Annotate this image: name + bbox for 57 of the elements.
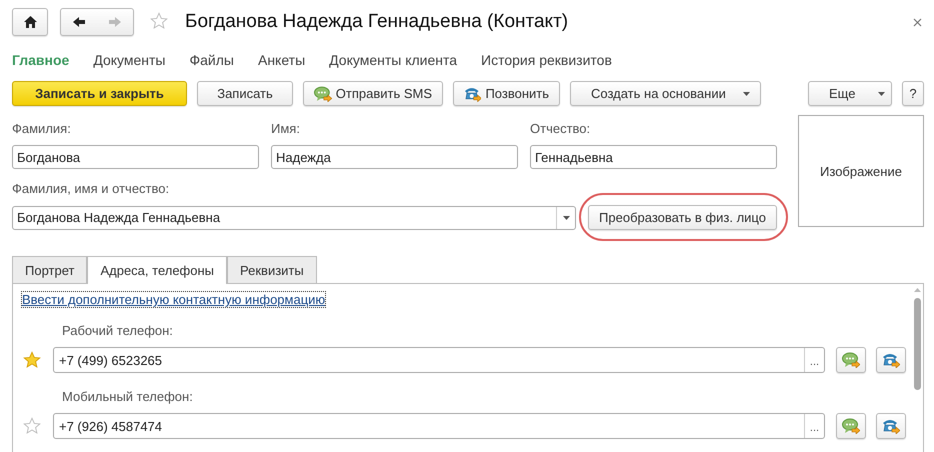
send-sms-button[interactable] <box>836 347 866 373</box>
toolbar-button[interactable]: ? <box>902 81 924 106</box>
section-link[interactable]: Главное <box>12 52 70 68</box>
star-outline-icon[interactable] <box>150 12 168 30</box>
section-link[interactable]: Документы клиента <box>329 52 458 68</box>
convert-button[interactable]: Преобразовать в физ. лицо <box>588 205 777 230</box>
phone-field[interactable]: +7 (926) 4587474 ... <box>53 413 825 439</box>
field-label: Отчество: <box>530 121 592 137</box>
chat-bubble-icon <box>842 352 860 368</box>
home-button[interactable] <box>12 8 48 36</box>
combo-field[interactable]: Богданова Надежда Геннадьевна <box>12 206 576 230</box>
field-label: Имя: <box>271 121 301 137</box>
star-outline-icon[interactable] <box>23 417 41 435</box>
chat-bubble-icon <box>842 418 860 434</box>
home-icon <box>24 16 36 28</box>
window-title: Богданова Надежда Геннадьевна (Контакт) <box>185 11 570 33</box>
section-link[interactable]: Документы <box>93 52 166 68</box>
field-label: Фамилия, имя и отчество: <box>12 181 170 197</box>
close-icon[interactable] <box>913 18 922 26</box>
choice-button[interactable]: ... <box>804 414 824 438</box>
section-link[interactable]: Файлы <box>190 52 234 68</box>
text-field[interactable]: Геннадьевна <box>530 145 777 169</box>
field-label: Фамилия: <box>12 121 72 137</box>
caret-icon <box>562 216 570 220</box>
field-label: Мобильный телефон: <box>62 389 194 405</box>
filled-star-icon[interactable] <box>23 351 41 369</box>
save-and-close-button[interactable]: Записать и закрыть <box>12 81 187 106</box>
call-button[interactable] <box>876 347 906 373</box>
menu-button[interactable]: Создать на основании <box>570 81 761 106</box>
tab[interactable]: Реквизиты <box>227 256 317 283</box>
text-field[interactable]: Надежда <box>271 145 518 169</box>
chat-bubble-icon <box>314 86 332 102</box>
section-link[interactable]: Анкеты <box>258 52 306 68</box>
image-label: Изображение <box>820 164 902 178</box>
text-field[interactable]: Богданова <box>12 145 259 169</box>
left-arrow-icon <box>72 16 86 28</box>
menu-button[interactable]: Еще <box>808 81 892 106</box>
send-sms-button[interactable]: Отправить SMS <box>303 81 443 106</box>
field-label: Рабочий телефон: <box>62 323 174 339</box>
call-button[interactable] <box>876 413 906 439</box>
call-button[interactable]: Позвонить <box>453 81 560 106</box>
choice-button[interactable]: ... <box>804 348 824 372</box>
caret-icon <box>743 92 750 96</box>
telephone-icon <box>464 86 482 102</box>
toolbar-button[interactable]: Записать <box>197 81 293 106</box>
image-placeholder[interactable]: Изображение <box>798 115 924 227</box>
tab[interactable]: Портрет <box>12 256 88 283</box>
right-arrow-icon <box>108 16 122 28</box>
telephone-icon <box>882 418 900 434</box>
caret-icon <box>878 92 885 96</box>
phone-field[interactable]: +7 (499) 6523265 ... <box>53 347 825 373</box>
send-sms-button[interactable] <box>836 413 866 439</box>
scroll-up-icon[interactable] <box>914 288 921 292</box>
section-link[interactable]: История реквизитов <box>481 52 612 68</box>
tab[interactable]: Адреса, телефоны <box>87 256 228 284</box>
telephone-icon <box>882 352 900 368</box>
add-contact-info-link[interactable]: Ввести дополнительную контактную информацию <box>22 292 326 307</box>
